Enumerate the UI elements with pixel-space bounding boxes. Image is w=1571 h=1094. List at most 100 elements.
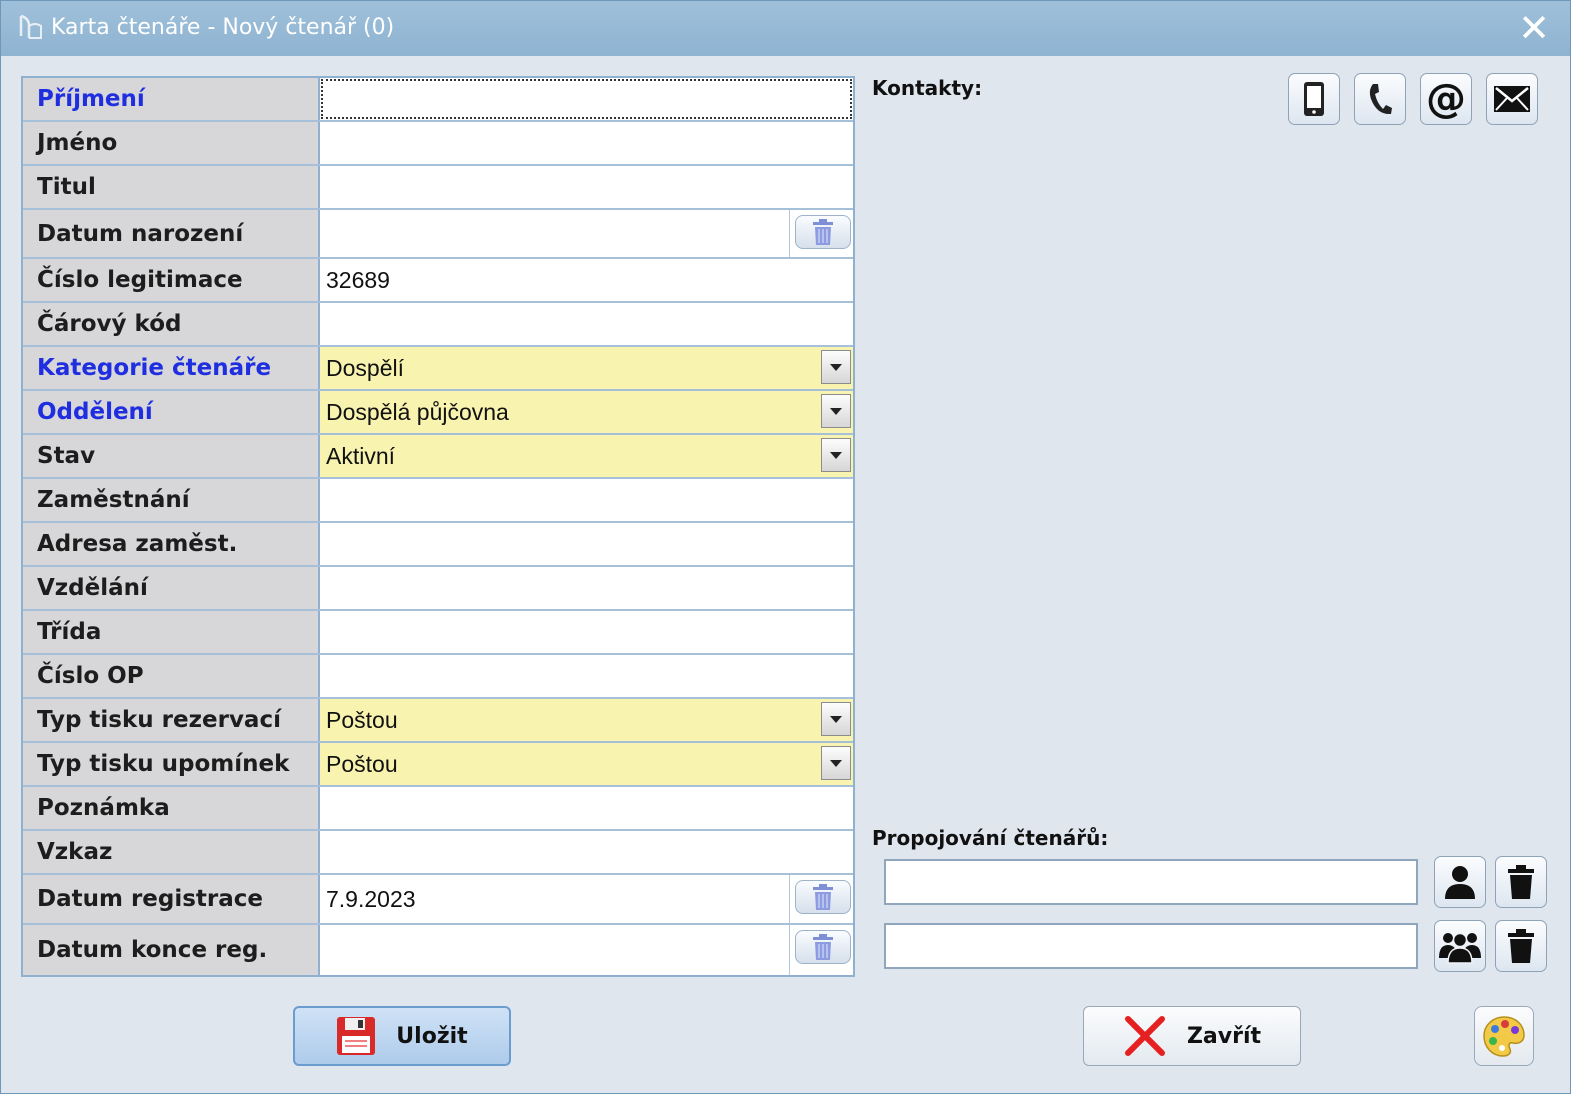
field-label: Typ tisku rezervací <box>23 699 320 741</box>
trash-icon <box>813 934 833 960</box>
trash-icon <box>1508 865 1534 899</box>
title-bar[interactable]: Karta čtenáře - Nový čtenář (0) ✕ <box>1 1 1570 56</box>
field-label: Stav <box>23 435 320 477</box>
field-value: 7.9.2023 <box>326 885 416 912</box>
field-label: Zaměstnání <box>23 479 320 521</box>
field-select[interactable]: Aktivní <box>320 435 853 477</box>
field-input[interactable] <box>320 303 853 345</box>
form-row: Číslo legitimace 32689 <box>23 259 853 303</box>
field-label: Adresa zaměst. <box>23 523 320 565</box>
form-row: Kategorie čtenáře Dospělí <box>23 347 853 391</box>
trash-icon <box>1508 929 1534 963</box>
form-row: Typ tisku rezervací Poštou <box>23 699 853 743</box>
add-phone-button[interactable] <box>1354 73 1406 125</box>
field-date-input[interactable]: 7.9.2023 <box>320 875 853 923</box>
field-input[interactable] <box>320 611 853 653</box>
field-value: Dospělí <box>326 354 404 381</box>
remove-group-link-button[interactable] <box>1495 920 1547 972</box>
field-date-input[interactable] <box>320 210 853 257</box>
field-label: Datum registrace <box>23 875 320 923</box>
close-button-label: Zavřít <box>1186 1023 1262 1049</box>
phone-handset-icon <box>1369 84 1392 115</box>
field-select[interactable]: Poštou <box>320 699 853 741</box>
trash-icon <box>813 219 833 245</box>
form-row: Poznámka <box>23 787 853 831</box>
field-select[interactable]: Poštou <box>320 743 853 785</box>
clear-date-button[interactable] <box>795 930 851 964</box>
add-mail-address-button[interactable] <box>1486 73 1538 125</box>
field-input[interactable] <box>320 523 853 565</box>
clear-date-button[interactable] <box>795 215 851 249</box>
chevron-down-icon <box>830 363 842 371</box>
form-row: Příjmení <box>23 78 853 122</box>
field-separator <box>789 210 790 257</box>
close-button[interactable]: Zavřít <box>1083 1006 1301 1066</box>
field-select[interactable]: Dospělí <box>320 347 853 389</box>
form-row: Datum registrace 7.9.2023 <box>23 875 853 925</box>
add-mobile-button[interactable] <box>1288 73 1340 125</box>
trash-icon <box>813 884 833 910</box>
chevron-down-icon <box>830 407 842 415</box>
remove-reader-link-button[interactable] <box>1495 856 1547 908</box>
field-input[interactable] <box>320 567 853 609</box>
window-close-button[interactable]: ✕ <box>1516 9 1552 47</box>
person-icon <box>1445 866 1475 899</box>
field-value: 32689 <box>326 266 390 293</box>
clear-date-button[interactable] <box>795 880 851 914</box>
field-label: Vzkaz <box>23 831 320 873</box>
field-select[interactable]: Dospělá půjčovna <box>320 391 853 433</box>
field-input[interactable] <box>320 78 853 120</box>
select-group-button[interactable] <box>1434 920 1486 972</box>
chevron-down-icon <box>830 759 842 767</box>
field-separator <box>789 925 790 975</box>
field-input[interactable] <box>320 787 853 829</box>
field-label: Čárový kód <box>23 303 320 345</box>
chevron-down-icon <box>830 451 842 459</box>
select-reader-button[interactable] <box>1434 856 1486 908</box>
form-row: Adresa zaměst. <box>23 523 853 567</box>
floppy-disk-icon <box>337 1017 376 1055</box>
form-row: Datum narození <box>23 210 853 259</box>
linked-group-input[interactable] <box>884 923 1418 969</box>
dropdown-button[interactable] <box>821 438 851 472</box>
field-input[interactable] <box>320 122 853 164</box>
linked-reader-input[interactable] <box>884 859 1418 905</box>
palette-icon <box>1483 1016 1525 1057</box>
field-label: Vzdělání <box>23 567 320 609</box>
add-email-button[interactable]: @ <box>1420 73 1472 125</box>
client-area: Příjmení Jméno Titul Datum narození Číslo le… <box>4 56 1567 1090</box>
form-row: Třída <box>23 611 853 655</box>
field-input[interactable]: 32689 <box>320 259 853 301</box>
field-label: Datum konce reg. <box>23 925 320 975</box>
color-settings-button[interactable] <box>1474 1006 1534 1066</box>
field-label: Číslo legitimace <box>23 259 320 301</box>
field-value: Dospělá půjčovna <box>326 398 509 425</box>
save-button-label: Uložit <box>396 1023 468 1049</box>
dropdown-button[interactable] <box>821 702 851 736</box>
form-row: Stav Aktivní <box>23 435 853 479</box>
field-label: Poznámka <box>23 787 320 829</box>
dropdown-button[interactable] <box>821 394 851 428</box>
save-button[interactable]: Uložit <box>293 1006 511 1066</box>
field-label: Číslo OP <box>23 655 320 697</box>
dropdown-button[interactable] <box>821 746 851 780</box>
form-row: Číslo OP <box>23 655 853 699</box>
window-title: Karta čtenáře - Nový čtenář (0) <box>51 15 395 40</box>
field-input[interactable] <box>320 479 853 521</box>
app-icon <box>19 14 42 39</box>
field-input[interactable] <box>320 655 853 697</box>
field-label: Kategorie čtenáře <box>23 347 320 389</box>
reader-form: Příjmení Jméno Titul Datum narození Číslo le… <box>21 76 855 977</box>
form-row: Titul <box>23 166 853 210</box>
form-row: Zaměstnání <box>23 479 853 523</box>
field-label: Datum narození <box>23 210 320 257</box>
envelope-icon <box>1494 86 1530 112</box>
dropdown-button[interactable] <box>821 350 851 384</box>
field-input[interactable] <box>320 831 853 873</box>
field-separator <box>789 875 790 923</box>
form-row: Vzdělání <box>23 567 853 611</box>
field-label: Třída <box>23 611 320 653</box>
mobile-phone-icon <box>1304 82 1324 116</box>
field-date-input[interactable] <box>320 925 853 975</box>
field-input[interactable] <box>320 166 853 208</box>
